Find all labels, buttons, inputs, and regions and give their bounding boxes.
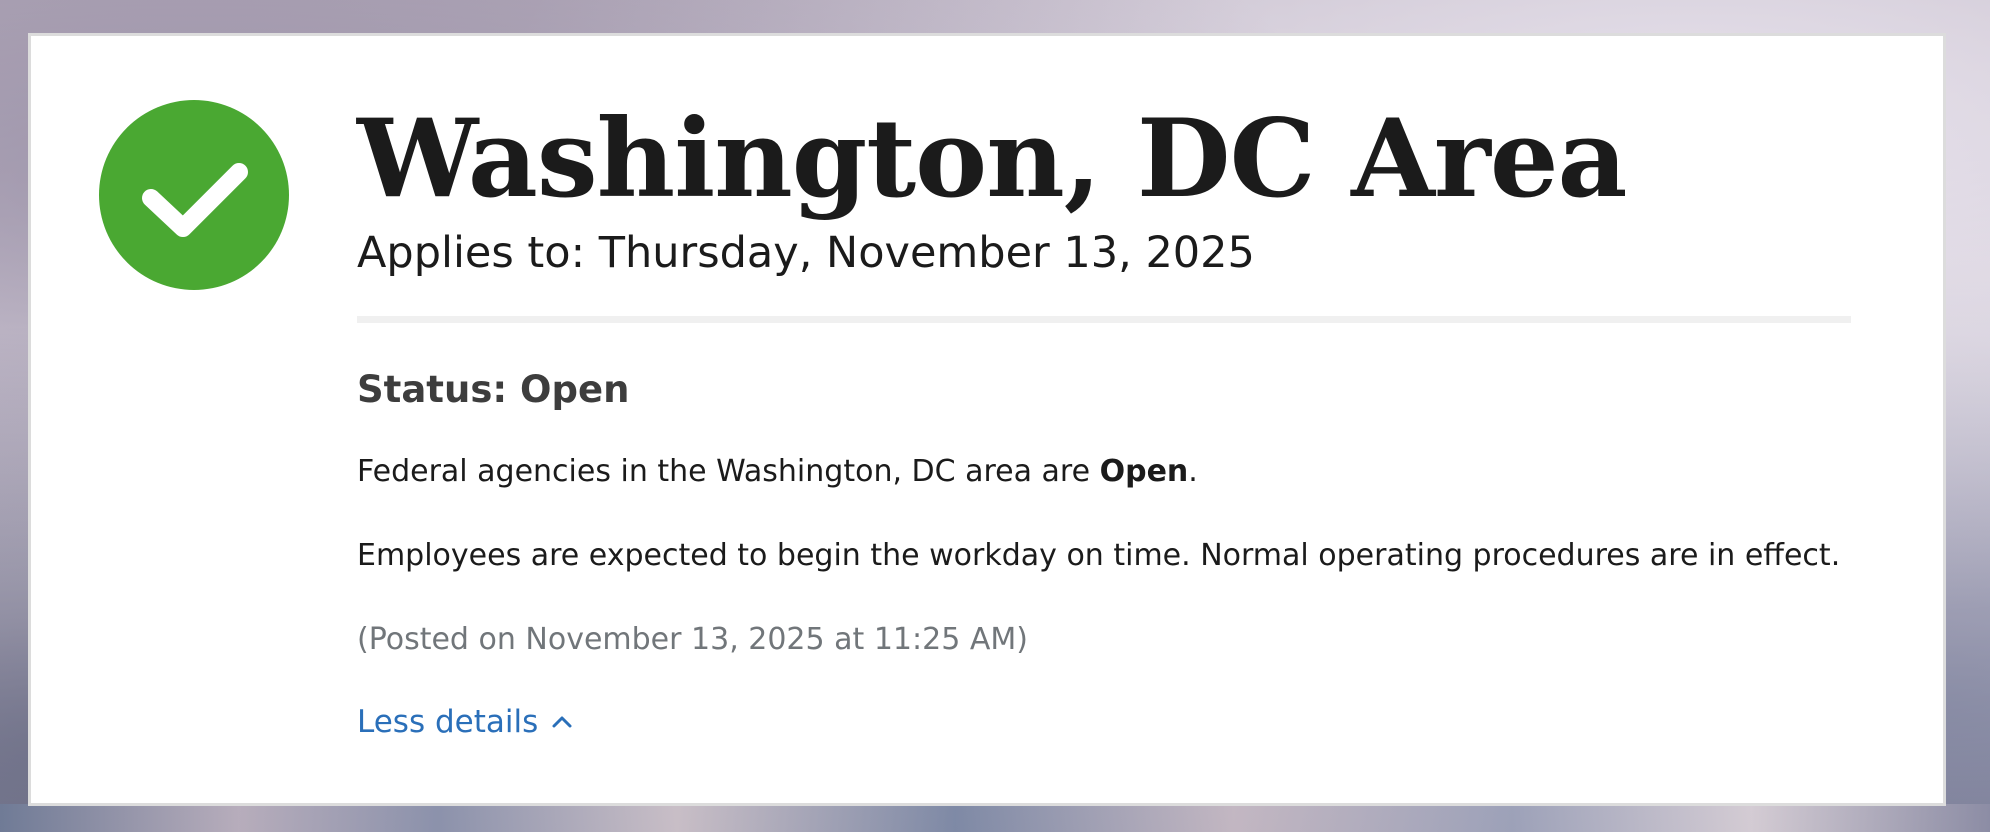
status-message-prefix: Federal agencies in the Washington, DC a… <box>357 454 1100 489</box>
status-content: Washington, DC Area Applies to: Thursday… <box>357 94 1857 743</box>
chevron-up-icon <box>552 716 572 728</box>
status-message-line: Federal agencies in the Washington, DC a… <box>357 451 1857 493</box>
posted-timestamp: (Posted on November 13, 2025 at 11:25 AM… <box>357 622 1028 657</box>
status-message-suffix: . <box>1188 454 1198 489</box>
background-photo-strip <box>0 804 1990 832</box>
less-details-button[interactable]: Less details <box>357 701 574 743</box>
check-circle-icon <box>99 100 289 290</box>
status-message-emphasis: Open <box>1099 454 1189 489</box>
less-details-label: Less details <box>357 704 539 740</box>
divider <box>357 316 1851 323</box>
status-instructions: Employees are expected to begin the work… <box>357 538 1841 573</box>
location-title: Washington, DC Area <box>357 96 1628 222</box>
applies-to-date: Applies to: Thursday, November 13, 2025 <box>357 228 1255 278</box>
status-heading: Status: Open <box>357 368 630 411</box>
status-card: Washington, DC Area Applies to: Thursday… <box>28 33 1946 806</box>
